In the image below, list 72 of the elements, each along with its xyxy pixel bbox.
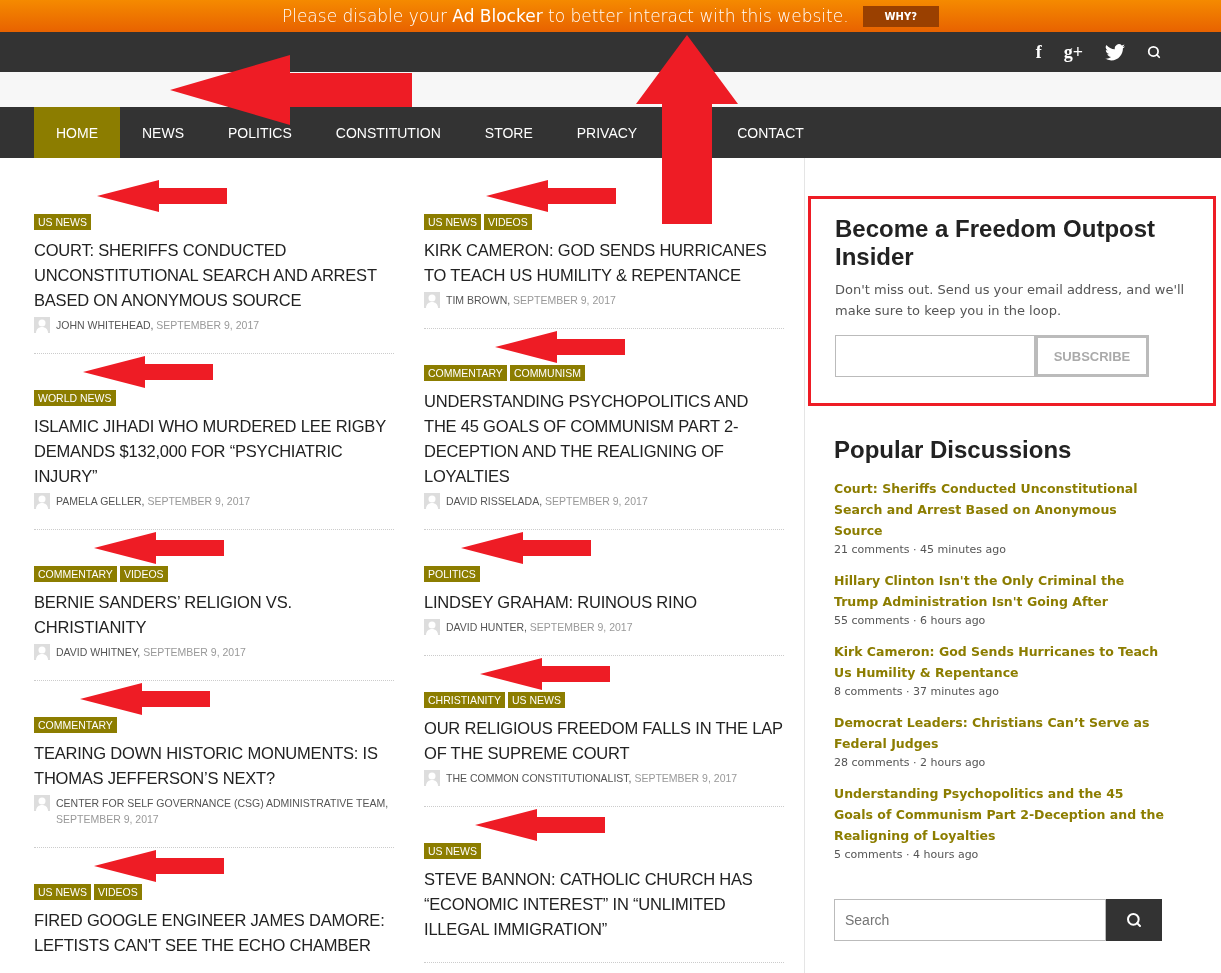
search-icon[interactable] bbox=[1147, 45, 1161, 59]
article-title[interactable]: COURT: SHERIFFS CONDUCTED UNCONSTITUTIONAL SEARCH AND ARREST BASED ON ANONYMOUS SOURCE bbox=[34, 238, 394, 313]
category-tag[interactable]: US NEWS bbox=[424, 214, 481, 230]
article-title[interactable]: STEVE BANNON: CATHOLIC CHURCH HAS “ECONOMIC INTEREST” IN “UNLIMITED ILLEGAL IMMIGRATION” bbox=[424, 867, 784, 942]
ad-blocker-message: Please disable your Ad Blocker to better interact with this website. bbox=[281, 6, 849, 26]
category-tag[interactable]: POLITICS bbox=[424, 566, 480, 582]
article-title[interactable]: BERNIE SANDERS’ RELIGION VS. CHRISTIANITY bbox=[34, 590, 394, 640]
discussion-link[interactable]: Kirk Cameron: God Sends Hurricanes to Teach Us Humility & Repentance bbox=[834, 641, 1164, 683]
avatar-icon bbox=[424, 493, 440, 509]
nav-item[interactable]: CONTACT bbox=[715, 107, 826, 158]
article-title[interactable]: FIRED GOOGLE ENGINEER JAMES DAMORE: LEFTISTS CAN'T SEE THE ECHO CHAMBER bbox=[34, 908, 394, 958]
byline: DAVID RISSELADA, SEPTEMBER 9, 2017 bbox=[446, 494, 648, 509]
avatar-icon bbox=[34, 317, 50, 333]
avatar-icon bbox=[424, 619, 440, 635]
category-tag[interactable]: COMMENTARY bbox=[34, 566, 117, 582]
newsletter-text: Don't miss out. Send us your email address, and we'll make sure to keep you in the loop. bbox=[835, 281, 1186, 320]
google-plus-link[interactable]: g+ bbox=[1063, 41, 1083, 63]
discussion-meta: 28 comments · 2 hours ago bbox=[834, 756, 987, 769]
byline: CENTER FOR SELF GOVERNANCE (CSG) ADMINISTRATIVE TEAM, SEPTEMBER 9, 2017 bbox=[56, 796, 390, 827]
discussion-meta: 8 comments · 37 minutes ago bbox=[834, 685, 1000, 698]
discussion-meta: 21 comments · 45 minutes ago bbox=[834, 543, 1007, 556]
discussion-meta: 55 comments · 6 hours ago bbox=[834, 614, 987, 627]
article-title[interactable]: TEARING DOWN HISTORIC MONUMENTS: IS THOMAS JEFFERSON’S NEXT? bbox=[34, 741, 394, 791]
byline: PAMELA GELLER, SEPTEMBER 9, 2017 bbox=[56, 494, 251, 509]
nav-item[interactable]: CONSTITUTION bbox=[313, 107, 463, 158]
category-tag[interactable]: COMMENTARY bbox=[424, 365, 507, 381]
facebook-link[interactable]: f bbox=[1035, 41, 1042, 63]
category-tag[interactable]: VIDEOS bbox=[484, 214, 532, 230]
avatar-icon bbox=[34, 644, 50, 660]
article-title[interactable]: ISLAMIC JIHADI WHO MURDERED LEE RIGBY DEMANDS $132,000 FOR “PSYCHIATRIC INJURY” bbox=[34, 414, 394, 489]
article-title[interactable]: KIRK CAMERON: GOD SENDS HURRICANES TO TEACH US HUMILITY & REPENTANCE bbox=[424, 238, 784, 288]
discussion-meta: 5 comments · 4 hours ago bbox=[834, 848, 980, 861]
search-field[interactable]: Search bbox=[834, 899, 1106, 941]
email-field[interactable] bbox=[835, 335, 1035, 377]
subscribe-button[interactable]: SUBSCRIBE bbox=[1035, 335, 1149, 377]
category-tag[interactable]: US NEWS bbox=[34, 884, 91, 900]
category-tag[interactable]: COMMUNISM bbox=[509, 365, 585, 381]
newsletter-title: Become a Freedom Outpost Insider bbox=[835, 215, 1157, 271]
category-tag[interactable]: US NEWS bbox=[424, 843, 481, 859]
avatar-icon bbox=[424, 292, 440, 308]
category-tag[interactable]: WORLD NEWS bbox=[34, 390, 116, 406]
category-tag[interactable]: VIDEOS bbox=[119, 566, 168, 582]
article-title[interactable]: LINDSEY GRAHAM: RUINOUS RINO bbox=[424, 590, 784, 615]
byline: JOHN WHITEHEAD, SEPTEMBER 9, 2017 bbox=[56, 318, 260, 333]
category-tag[interactable]: VIDEOS bbox=[94, 884, 142, 900]
discussion-link[interactable]: Understanding Psychopolitics and the 45 Goals of Communism Part 2-Deception and the Realigning of Loyalties bbox=[834, 783, 1164, 846]
avatar-icon bbox=[424, 770, 440, 786]
why-button[interactable]: WHY? bbox=[862, 5, 940, 27]
discussion-link[interactable]: Democrat Leaders: Christians Can’t Serve as Federal Judges bbox=[834, 712, 1164, 754]
category-tag[interactable]: COMMENTARY bbox=[34, 717, 117, 733]
nav-item[interactable]: HOME bbox=[34, 107, 120, 158]
category-tag[interactable]: CHRISTIANITY bbox=[424, 692, 505, 708]
avatar-icon bbox=[34, 493, 50, 509]
byline: DAVID WHITNEY, SEPTEMBER 9, 2017 bbox=[56, 645, 246, 660]
discussion-link[interactable]: Court: Sheriffs Conducted Unconstitutional Search and Arrest Based on Anonymous Source bbox=[834, 478, 1164, 541]
discussion-link[interactable]: Hillary Clinton Isn't the Only Criminal the Trump Administration Isn't Going After bbox=[834, 570, 1164, 612]
article-title[interactable]: OUR RELIGIOUS FREEDOM FALLS IN THE LAP OF THE SUPREME COURT bbox=[424, 716, 784, 766]
byline: DAVID HUNTER, SEPTEMBER 9, 2017 bbox=[446, 620, 633, 635]
article-title[interactable]: UNDERSTANDING PSYCHOPOLITICS AND THE 45 GOALS OF COMMUNISM PART 2-DECEPTION AND THE REALIGNING OF LOYALTIES bbox=[424, 389, 784, 489]
category-tag[interactable]: US NEWS bbox=[34, 214, 91, 230]
avatar-icon bbox=[34, 795, 50, 811]
category-tag[interactable]: US NEWS bbox=[507, 692, 565, 708]
nav-item[interactable]: NEWS bbox=[120, 107, 206, 158]
popular-title: Popular Discussions bbox=[834, 436, 1073, 464]
bird-icon[interactable] bbox=[1105, 43, 1125, 61]
search-icon bbox=[1126, 912, 1142, 928]
nav-item[interactable]: STORE bbox=[462, 107, 555, 158]
nav-item[interactable]: POLITICS bbox=[206, 107, 314, 158]
search-button[interactable] bbox=[1106, 899, 1162, 941]
byline: THE COMMON CONSTITUTIONALIST, SEPTEMBER 9, 2017 bbox=[446, 771, 738, 786]
nav-item[interactable]: PRIVACY bbox=[554, 107, 660, 158]
byline: TIM BROWN, SEPTEMBER 9, 2017 bbox=[446, 293, 616, 308]
